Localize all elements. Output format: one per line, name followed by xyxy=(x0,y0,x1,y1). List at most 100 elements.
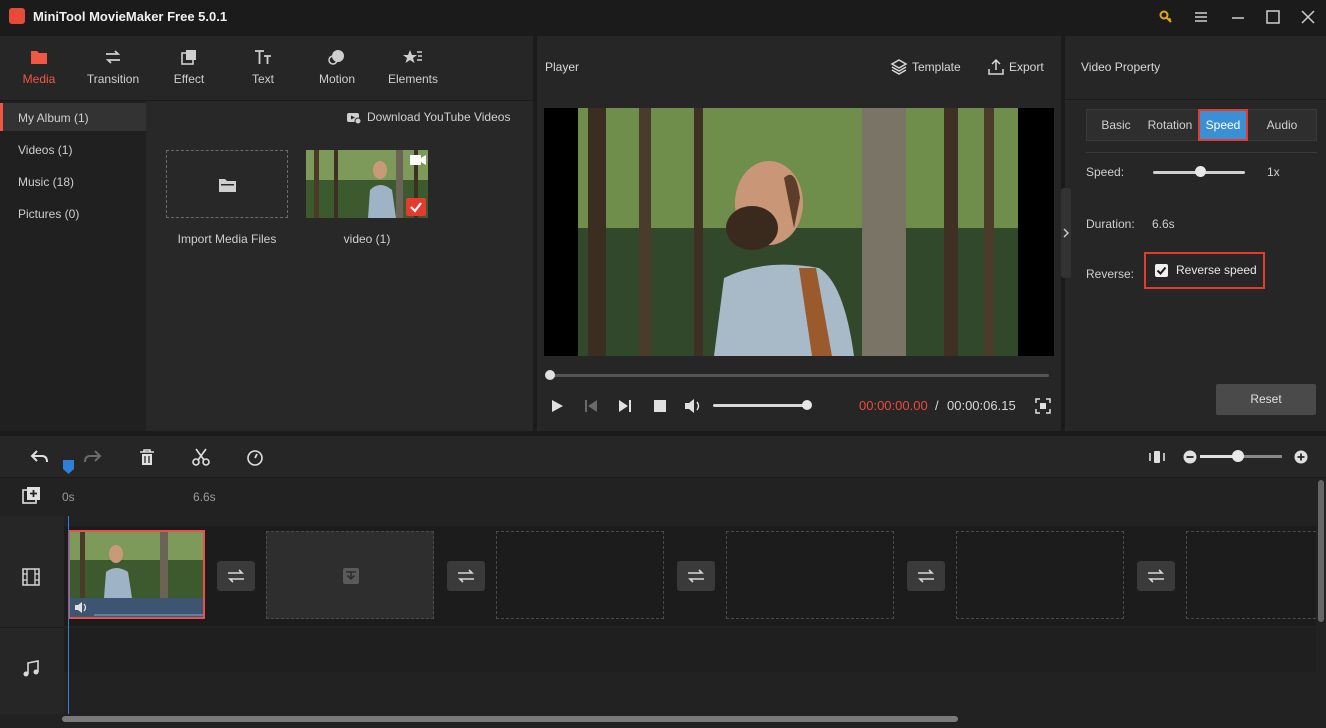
sidebar-item-my-album[interactable]: My Album (1) xyxy=(0,103,146,131)
previous-frame-icon[interactable] xyxy=(583,398,599,414)
transition-arrows-icon xyxy=(103,48,123,66)
next-frame-icon[interactable] xyxy=(617,398,633,414)
forest-man-video-frame xyxy=(578,108,1018,356)
volume-slider[interactable] xyxy=(713,404,807,407)
tab-transition[interactable]: Transition xyxy=(76,46,150,96)
empty-media-slot[interactable] xyxy=(726,531,894,619)
property-tabs: Basic Rotation Speed Audio xyxy=(1086,109,1317,141)
audio-track[interactable] xyxy=(64,628,1316,672)
video-track-icon xyxy=(22,568,40,586)
add-track-icon[interactable] xyxy=(22,486,42,506)
transition-slot-button[interactable] xyxy=(677,561,715,591)
tab-motion[interactable]: Motion xyxy=(300,46,374,96)
sidebar-item-pictures[interactable]: Pictures (0) xyxy=(0,199,146,227)
motion-icon xyxy=(327,48,347,66)
transition-slot-button[interactable] xyxy=(217,561,255,591)
redo-icon[interactable] xyxy=(84,448,102,466)
zoom-in-icon[interactable] xyxy=(1292,448,1310,466)
tab-speed[interactable]: Speed xyxy=(1198,109,1248,141)
property-title: Video Property xyxy=(1081,60,1161,74)
import-media-button[interactable] xyxy=(166,150,288,218)
seek-bar[interactable] xyxy=(550,374,1049,377)
reset-button[interactable]: Reset xyxy=(1216,384,1316,415)
tab-audio[interactable]: Audio xyxy=(1253,110,1311,140)
video-clip[interactable] xyxy=(68,530,205,619)
reverse-speed-label: Reverse speed xyxy=(1176,263,1257,277)
export-label: Export xyxy=(1009,60,1044,74)
player-panel: Player Template Export 00:00:00.00 / 00:… xyxy=(537,36,1061,431)
folder-icon xyxy=(219,179,236,192)
video-thumbnail[interactable] xyxy=(306,150,428,218)
timeline-ruler[interactable]: 0s 6.6s xyxy=(0,478,1326,516)
folder-icon xyxy=(29,48,49,66)
export-button[interactable]: Export xyxy=(987,56,1051,78)
sidebar-item-music[interactable]: Music (18) xyxy=(0,167,146,195)
duration-value: 6.6s xyxy=(1152,217,1175,231)
volume-handle[interactable] xyxy=(802,400,812,410)
property-divider xyxy=(1065,99,1326,100)
video-preview[interactable] xyxy=(544,108,1054,356)
download-youtube-button[interactable]: Download YouTube Videos xyxy=(346,109,526,127)
empty-media-slot[interactable] xyxy=(496,531,664,619)
timeline: 0s 6.6s xyxy=(0,436,1326,728)
transition-arrows-icon xyxy=(1148,569,1164,583)
zoom-out-icon[interactable] xyxy=(1181,448,1199,466)
close-icon[interactable] xyxy=(1297,7,1319,27)
transition-slot-button[interactable] xyxy=(1137,561,1175,591)
sidebar-item-label: Pictures (0) xyxy=(18,207,80,221)
undo-icon[interactable] xyxy=(30,448,48,466)
tab-elements[interactable]: Elements xyxy=(376,46,450,96)
tab-text[interactable]: Text xyxy=(226,46,300,96)
split-scissors-icon[interactable] xyxy=(192,448,210,466)
sidebar-item-label: My Album (1) xyxy=(18,111,89,125)
clip-volume-icon[interactable] xyxy=(74,601,90,614)
drop-download-icon xyxy=(343,568,359,584)
speed-gauge-icon[interactable] xyxy=(246,448,264,466)
tab-basic[interactable]: Basic xyxy=(1089,110,1143,140)
download-youtube-label: Download YouTube Videos xyxy=(367,110,511,124)
transition-arrows-icon xyxy=(458,569,474,583)
menu-icon[interactable] xyxy=(1190,7,1212,27)
tab-text-label: Text xyxy=(251,72,274,86)
zoom-handle[interactable] xyxy=(1232,450,1244,462)
template-button[interactable]: Template xyxy=(890,56,970,78)
transition-slot-button[interactable] xyxy=(907,561,945,591)
tab-effect[interactable]: Effect xyxy=(152,46,226,96)
fullscreen-icon[interactable] xyxy=(1035,398,1051,414)
media-panel: Media Transition Effect Text Motion Elem… xyxy=(0,36,533,431)
collapse-panel-handle[interactable] xyxy=(1061,188,1071,278)
empty-media-slot[interactable] xyxy=(956,531,1124,619)
sidebar-item-videos[interactable]: Videos (1) xyxy=(0,135,146,163)
transition-arrows-icon xyxy=(228,569,244,583)
duration-label: Duration: xyxy=(1086,217,1135,231)
media-sidebar: My Album (1) Videos (1) Music (18) Pictu… xyxy=(0,101,146,431)
volume-icon[interactable] xyxy=(684,398,700,414)
drop-media-slot[interactable] xyxy=(266,531,434,619)
track-headers xyxy=(0,516,64,714)
empty-media-slot[interactable] xyxy=(1186,531,1316,619)
delete-icon[interactable] xyxy=(138,448,156,466)
seek-handle[interactable] xyxy=(545,370,555,380)
fit-timeline-icon[interactable] xyxy=(1148,448,1166,466)
speed-handle[interactable] xyxy=(1195,166,1206,177)
play-icon[interactable] xyxy=(549,398,565,414)
tab-media[interactable]: Media xyxy=(2,46,76,96)
tab-rotation[interactable]: Rotation xyxy=(1143,110,1197,140)
selected-check-icon xyxy=(406,198,426,216)
reverse-speed-option[interactable]: Reverse speed xyxy=(1144,252,1265,289)
ruler-label-end: 6.6s xyxy=(193,490,216,504)
template-label: Template xyxy=(912,60,961,74)
playhead-handle[interactable] xyxy=(63,460,74,474)
maximize-icon[interactable] xyxy=(1262,7,1284,27)
key-icon[interactable] xyxy=(1155,7,1177,27)
media-library: Download YouTube Videos Import Media Fil… xyxy=(146,101,533,431)
effect-icon xyxy=(179,48,199,66)
title-bar: MiniTool MovieMaker Free 5.0.1 xyxy=(0,0,1326,34)
minimize-icon[interactable] xyxy=(1227,7,1249,27)
stop-icon[interactable] xyxy=(652,398,668,414)
horizontal-scrollbar[interactable] xyxy=(62,716,958,722)
transition-slot-button[interactable] xyxy=(447,561,485,591)
vertical-scrollbar[interactable] xyxy=(1318,480,1324,622)
sidebar-item-label: Videos (1) xyxy=(18,143,73,157)
reverse-speed-checkbox[interactable] xyxy=(1155,264,1168,277)
